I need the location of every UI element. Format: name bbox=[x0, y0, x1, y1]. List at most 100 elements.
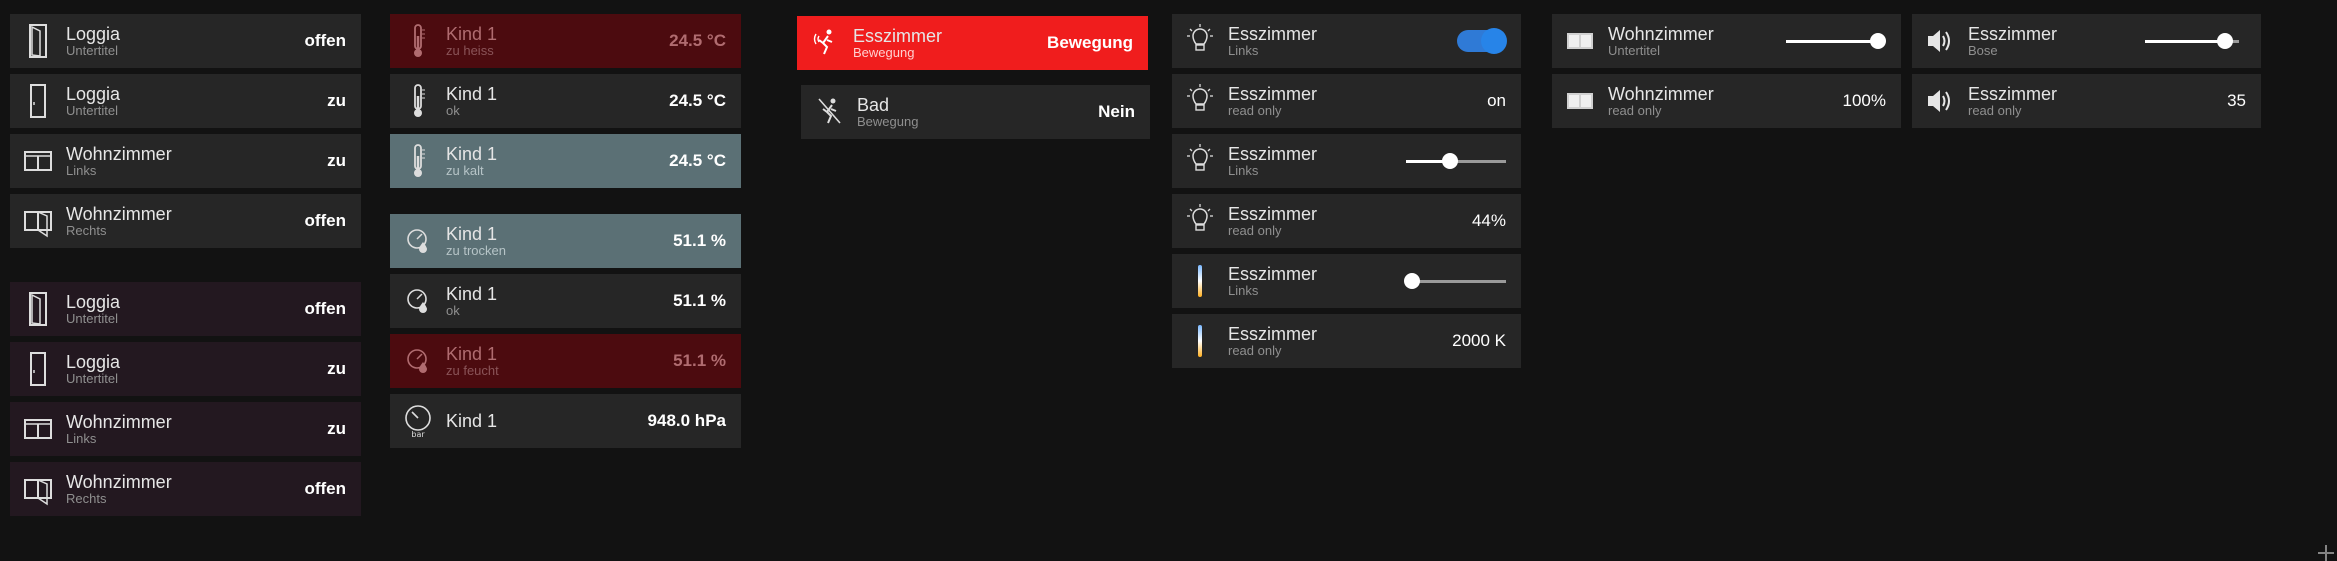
slider-knob[interactable] bbox=[1870, 33, 1886, 49]
light-bulb-icon bbox=[1172, 82, 1228, 120]
tile-subtitle: zu trocken bbox=[446, 243, 506, 258]
tile-name: Loggia bbox=[66, 24, 121, 44]
tile-name: Wohnzimmer bbox=[66, 204, 172, 224]
barometer-label: bar bbox=[411, 430, 425, 439]
tile-wohnzimmer-3[interactable]: Wohnzimmer Links zu bbox=[10, 402, 361, 456]
tile-name: Esszimmer bbox=[1228, 204, 1317, 224]
tile-value: offen bbox=[304, 299, 346, 318]
tile-subtitle: zu feucht bbox=[446, 363, 499, 378]
toggle-knob[interactable] bbox=[1481, 28, 1507, 54]
tile-blinds-readonly[interactable]: Wohnzimmer read only 100% bbox=[1552, 74, 1901, 128]
tile-name: Wohnzimmer bbox=[66, 412, 172, 432]
tile-name: Loggia bbox=[66, 292, 121, 312]
tile-name: Kind 1 bbox=[446, 284, 498, 304]
crosshair-cursor-icon bbox=[2318, 545, 2334, 561]
tile-name: Kind 1 bbox=[446, 411, 498, 431]
motion-active-icon bbox=[797, 24, 853, 62]
tile-name: Bad bbox=[857, 95, 890, 115]
tile-value: zu bbox=[327, 359, 346, 378]
tile-light-toggle[interactable]: Esszimmer Links bbox=[1172, 14, 1521, 68]
slider-knob[interactable] bbox=[2216, 33, 2233, 49]
tile-pressure[interactable]: bar Kind 1 948.0 hPa bbox=[390, 394, 741, 448]
humidity-icon bbox=[390, 342, 446, 380]
tile-humidity-wet[interactable]: Kind 1 zu feucht 51.1 % bbox=[390, 334, 741, 388]
tile-light-readonly[interactable]: Esszimmer read only on bbox=[1172, 74, 1521, 128]
tile-wohnzimmer-2[interactable]: Wohnzimmer Rechts offen bbox=[10, 194, 361, 248]
slider-knob[interactable] bbox=[1442, 153, 1458, 169]
tile-value: offen bbox=[304, 479, 346, 498]
tile-wohnzimmer-4[interactable]: Wohnzimmer Rechts offen bbox=[10, 462, 361, 516]
tile-audio-readonly[interactable]: Esszimmer read only 35 bbox=[1912, 74, 2261, 128]
tile-subtitle: Links bbox=[1228, 163, 1259, 178]
tile-humidity-dry[interactable]: Kind 1 zu trocken 51.1 % bbox=[390, 214, 741, 268]
tile-blinds[interactable]: Wohnzimmer Untertitel bbox=[1552, 14, 1901, 68]
tile-loggia-4[interactable]: Loggia Untertitel zu bbox=[10, 342, 361, 396]
tile-subtitle: Bose bbox=[1968, 43, 1998, 58]
tile-subtitle: Links bbox=[66, 163, 97, 178]
tile-name: Esszimmer bbox=[1968, 84, 2057, 104]
tile-wohnzimmer-1[interactable]: Wohnzimmer Links zu bbox=[10, 134, 361, 188]
tile-value: 24.5 °C bbox=[669, 151, 726, 170]
motion-inactive-icon bbox=[801, 93, 857, 131]
tile-subtitle: Untertitel bbox=[66, 103, 119, 118]
tile-subtitle: read only bbox=[1228, 343, 1282, 358]
tile-loggia-3[interactable]: Loggia Untertitel offen bbox=[10, 282, 361, 336]
tile-name: Wohnzimmer bbox=[1608, 84, 1714, 104]
tile-name: Kind 1 bbox=[446, 144, 498, 164]
tile-subtitle: read only bbox=[1608, 103, 1662, 118]
tile-audio[interactable]: Esszimmer Bose bbox=[1912, 14, 2261, 68]
tile-name: Kind 1 bbox=[446, 24, 498, 44]
tile-subtitle: Bewegung bbox=[857, 114, 919, 129]
tile-value: 948.0 hPa bbox=[647, 411, 726, 430]
tile-subtitle: Untertitel bbox=[66, 311, 119, 326]
window-closed-icon bbox=[10, 410, 66, 448]
tile-subtitle: zu kalt bbox=[446, 163, 484, 178]
tile-subtitle: Untertitel bbox=[66, 371, 119, 386]
door-closed-icon bbox=[10, 350, 66, 388]
tile-subtitle: zu heiss bbox=[446, 43, 494, 58]
tile-value: offen bbox=[304, 211, 346, 230]
tile-loggia-1[interactable]: Loggia Untertitel offen bbox=[10, 14, 361, 68]
tile-subtitle: Bewegung bbox=[853, 45, 915, 60]
tile-light-dimmer-readonly[interactable]: Esszimmer read only 44% bbox=[1172, 194, 1521, 248]
door-closed-icon bbox=[10, 82, 66, 120]
tile-temp-hot[interactable]: Kind 1 zu heiss 24.5 °C bbox=[390, 14, 741, 68]
tile-value: Bewegung bbox=[1047, 33, 1133, 52]
volume-slider[interactable] bbox=[2145, 33, 2239, 49]
tile-loggia-2[interactable]: Loggia Untertitel zu bbox=[10, 74, 361, 128]
tile-humidity-ok[interactable]: Kind 1 ok 51.1 % bbox=[390, 274, 741, 328]
tile-subtitle: Untertitel bbox=[1608, 43, 1661, 58]
tile-name: Esszimmer bbox=[1228, 84, 1317, 104]
tile-subtitle: Rechts bbox=[66, 491, 107, 506]
tile-name: Kind 1 bbox=[446, 84, 498, 104]
brightness-slider[interactable] bbox=[1406, 153, 1506, 169]
tile-motion-bad[interactable]: Bad Bewegung Nein bbox=[801, 85, 1150, 139]
tile-colortemp-readonly[interactable]: Esszimmer read only 2000 K bbox=[1172, 314, 1521, 368]
tile-motion-esszimmer[interactable]: Esszimmer Bewegung Bewegung bbox=[797, 16, 1148, 70]
tile-light-dimmer[interactable]: Esszimmer Links bbox=[1172, 134, 1521, 188]
tile-colortemp[interactable]: Esszimmer Links bbox=[1172, 254, 1521, 308]
thermometer-icon bbox=[390, 82, 446, 120]
tile-subtitle: Links bbox=[66, 431, 97, 446]
light-toggle-switch[interactable] bbox=[1457, 28, 1507, 54]
color-temperature-slider[interactable] bbox=[1404, 273, 1506, 289]
speaker-icon bbox=[1912, 82, 1968, 120]
tile-value: 2000 K bbox=[1452, 331, 1506, 350]
blinds-icon bbox=[1552, 82, 1608, 120]
tile-value: zu bbox=[327, 91, 346, 110]
window-closed-icon bbox=[10, 142, 66, 180]
tile-name: Esszimmer bbox=[853, 26, 942, 46]
tile-value: on bbox=[1487, 91, 1506, 110]
tile-temp-cold[interactable]: Kind 1 zu kalt 24.5 °C bbox=[390, 134, 741, 188]
slider-knob[interactable] bbox=[1404, 273, 1420, 289]
color-temperature-icon bbox=[1172, 322, 1228, 360]
tile-temp-ok[interactable]: Kind 1 ok 24.5 °C bbox=[390, 74, 741, 128]
thermometer-icon bbox=[390, 22, 446, 60]
blinds-position-slider[interactable] bbox=[1786, 33, 1886, 49]
window-open-icon bbox=[10, 202, 66, 240]
tile-value: 100% bbox=[1842, 91, 1886, 110]
tile-subtitle: read only bbox=[1968, 103, 2022, 118]
blinds-icon bbox=[1552, 22, 1608, 60]
tile-subtitle: Untertitel bbox=[66, 43, 119, 58]
thermometer-icon bbox=[390, 142, 446, 180]
